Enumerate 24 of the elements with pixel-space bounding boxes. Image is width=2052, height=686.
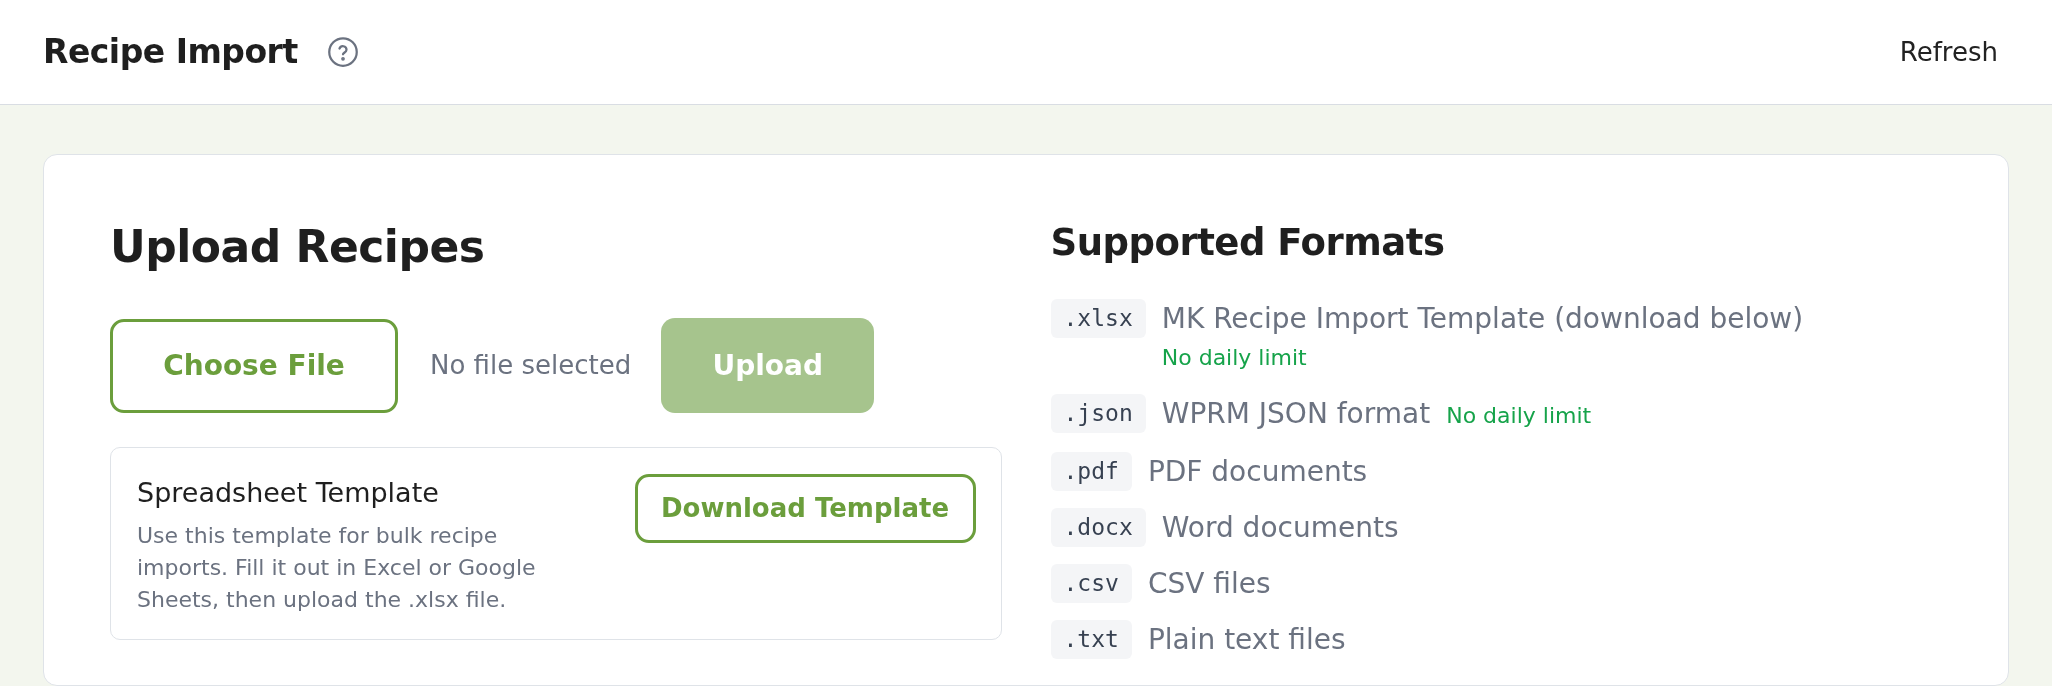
format-description: CSV files (1147, 566, 1271, 602)
format-description: MK Recipe Import Template (download below) (1161, 301, 1804, 337)
extension-tag: .json (1050, 394, 1146, 433)
section-heading: Upload Recipes (110, 221, 486, 273)
format-description: PDF documents (1147, 454, 1368, 490)
template-title: Spreadsheet Template (137, 476, 440, 510)
limit-note: No daily limit (1446, 402, 1592, 430)
extension-tag: .pdf (1050, 452, 1132, 491)
file-status-text: No file selected (430, 349, 632, 382)
template-description: Use this template for bulk recipe imports. Fill it out in Excel or Google Sheets, then upload the .xlsx file. (137, 522, 537, 614)
extension-tag: .csv (1050, 564, 1132, 603)
limit-note: No daily limit (1161, 344, 1307, 372)
help-icon[interactable] (327, 37, 358, 67)
format-description: Word documents (1161, 510, 1399, 546)
section-heading: Supported Formats (1050, 221, 1446, 265)
extension-tag: .xlsx (1050, 299, 1146, 338)
download-template-button[interactable]: Download Template (634, 474, 976, 543)
extension-tag: .docx (1050, 508, 1146, 547)
format-description: Plain text files (1147, 622, 1346, 658)
choose-file-button[interactable]: Choose File (110, 318, 398, 413)
page-title: Recipe Import (43, 32, 298, 72)
refresh-button[interactable]: Refresh (1887, 24, 2010, 80)
format-description: WPRM JSON format (1161, 396, 1431, 432)
extension-tag: .txt (1050, 620, 1132, 659)
